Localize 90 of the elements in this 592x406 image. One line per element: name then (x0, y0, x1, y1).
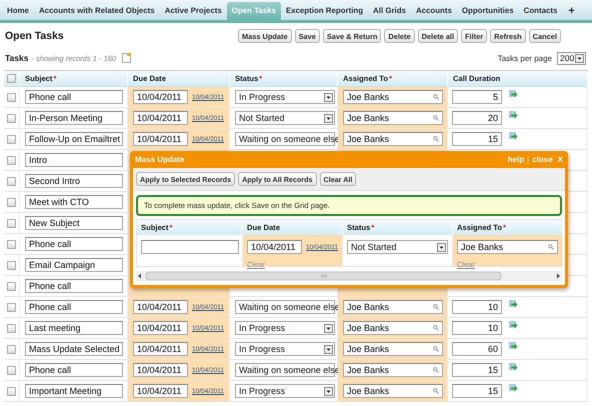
status-select[interactable]: In Progress (235, 342, 335, 356)
page-title: Open Tasks (5, 30, 65, 42)
row-checkbox[interactable] (7, 366, 16, 374)
subject-field[interactable]: Important Meeting (25, 384, 123, 398)
date-field[interactable]: 10/04/2011 (133, 111, 188, 125)
subject-field[interactable]: Second Intro (25, 174, 123, 188)
row-checkbox[interactable] (7, 344, 16, 354)
date-field[interactable]: 10/04/2011 (133, 321, 188, 335)
assigned-to-field[interactable]: Joe Banks (343, 384, 443, 398)
row-checkbox[interactable] (7, 386, 16, 396)
arrow-icon[interactable] (509, 90, 518, 99)
subject-field[interactable]: New Subject (25, 216, 123, 230)
arrow-icon[interactable] (509, 363, 518, 372)
arrow-icon[interactable] (509, 132, 518, 141)
search-icon[interactable] (433, 367, 439, 373)
arrow-icon[interactable] (509, 384, 518, 393)
assigned-to-field[interactable]: Joe Banks (343, 111, 443, 125)
search-icon[interactable] (433, 115, 439, 121)
assigned-to-field[interactable]: Joe Banks (343, 363, 443, 377)
row-checkbox[interactable] (7, 240, 16, 248)
duration-field[interactable]: 15 (452, 363, 502, 377)
per-page-label: Tasks per page (498, 54, 552, 62)
select-all-checkbox[interactable] (7, 74, 16, 83)
assigned-to-field[interactable]: Joe Banks (343, 342, 443, 356)
row-checkbox[interactable] (7, 114, 16, 122)
date-field[interactable]: 10/04/2011 (133, 384, 188, 398)
horizontal-scrollbar[interactable] (136, 270, 562, 280)
search-icon[interactable] (433, 325, 439, 331)
subject-field[interactable]: Email Campaign (25, 258, 123, 272)
row-checkbox[interactable] (7, 302, 16, 312)
arrow-icon[interactable] (509, 321, 518, 330)
separator: | (527, 155, 530, 164)
duration-field[interactable]: 60 (452, 342, 502, 356)
arrow-icon[interactable] (509, 300, 518, 309)
duration-field[interactable]: 15 (452, 384, 502, 398)
dialog-title: Mass Update (135, 155, 186, 164)
subject-field[interactable] (141, 240, 239, 254)
duration-field[interactable]: 5 (452, 90, 502, 104)
date-field[interactable]: 10/04/2011 (133, 132, 188, 146)
subject-field[interactable]: Last meeting (25, 321, 123, 335)
duration-field[interactable]: 20 (452, 111, 502, 125)
row-checkbox[interactable] (7, 198, 16, 206)
subject-field[interactable]: Mass Update Selected (25, 342, 123, 356)
arrow-icon[interactable] (509, 342, 518, 351)
subject-field[interactable]: Phone call (25, 237, 123, 251)
assigned-to-field[interactable]: Joe Banks (343, 300, 443, 314)
search-icon[interactable] (433, 346, 439, 352)
search-icon[interactable] (433, 388, 439, 394)
date-field[interactable]: 10/04/2011 (133, 363, 188, 377)
list-title: Tasks (5, 53, 28, 63)
subject-field[interactable]: Phone call (25, 300, 123, 314)
duration-field[interactable]: 10 (452, 321, 502, 335)
assigned-to-field[interactable]: Joe Banks (457, 240, 558, 254)
subject-field[interactable]: Intro (25, 153, 123, 167)
subject-field[interactable]: Phone call (25, 90, 123, 104)
duration-field[interactable]: 10 (452, 300, 502, 314)
status-select[interactable]: In Progress (235, 384, 335, 398)
subject-field[interactable]: Phone call (25, 363, 123, 377)
assigned-to-field[interactable]: Joe Banks (343, 132, 443, 146)
status-select[interactable]: Not Started (347, 240, 448, 254)
status-select[interactable]: Not Started (235, 111, 335, 125)
row-checkbox[interactable] (7, 176, 16, 186)
row-checkbox[interactable] (7, 134, 16, 144)
search-icon[interactable] (548, 244, 554, 250)
per-page-select[interactable]: 200 (557, 52, 586, 64)
search-icon[interactable] (433, 136, 439, 142)
subject-field[interactable]: In-Person Meeting (25, 111, 123, 125)
date-field[interactable]: 10/04/2011 (247, 240, 302, 254)
assigned-to-field[interactable]: Joe Banks (343, 321, 443, 335)
status-select[interactable]: In Progress (235, 90, 335, 104)
subject-field[interactable]: Follow-Up on Emailtret (25, 132, 123, 146)
status-select[interactable]: In Progress (235, 321, 335, 335)
export-icon[interactable] (122, 53, 132, 63)
date-field[interactable]: 10/04/2011 (133, 90, 188, 104)
add-tab-button[interactable]: + (562, 2, 581, 20)
row-checkbox[interactable] (7, 260, 16, 270)
arrow-icon[interactable] (509, 111, 518, 120)
row-checkbox[interactable] (7, 92, 16, 102)
date-field[interactable]: 10/04/2011 (133, 342, 188, 356)
row-checkbox[interactable] (7, 218, 16, 228)
row-checkbox[interactable] (7, 156, 16, 164)
search-icon[interactable] (433, 304, 439, 310)
row-checkbox[interactable] (7, 324, 16, 332)
subject-field[interactable]: Phone call (25, 279, 123, 293)
duration-field[interactable]: 15 (452, 132, 502, 146)
search-icon[interactable] (433, 94, 439, 100)
date-field[interactable]: 10/04/2011 (133, 300, 188, 314)
row-checkbox[interactable] (7, 282, 16, 290)
assigned-to-field[interactable]: Joe Banks (343, 90, 443, 104)
subject-field[interactable]: Meet with CTO (25, 195, 123, 209)
